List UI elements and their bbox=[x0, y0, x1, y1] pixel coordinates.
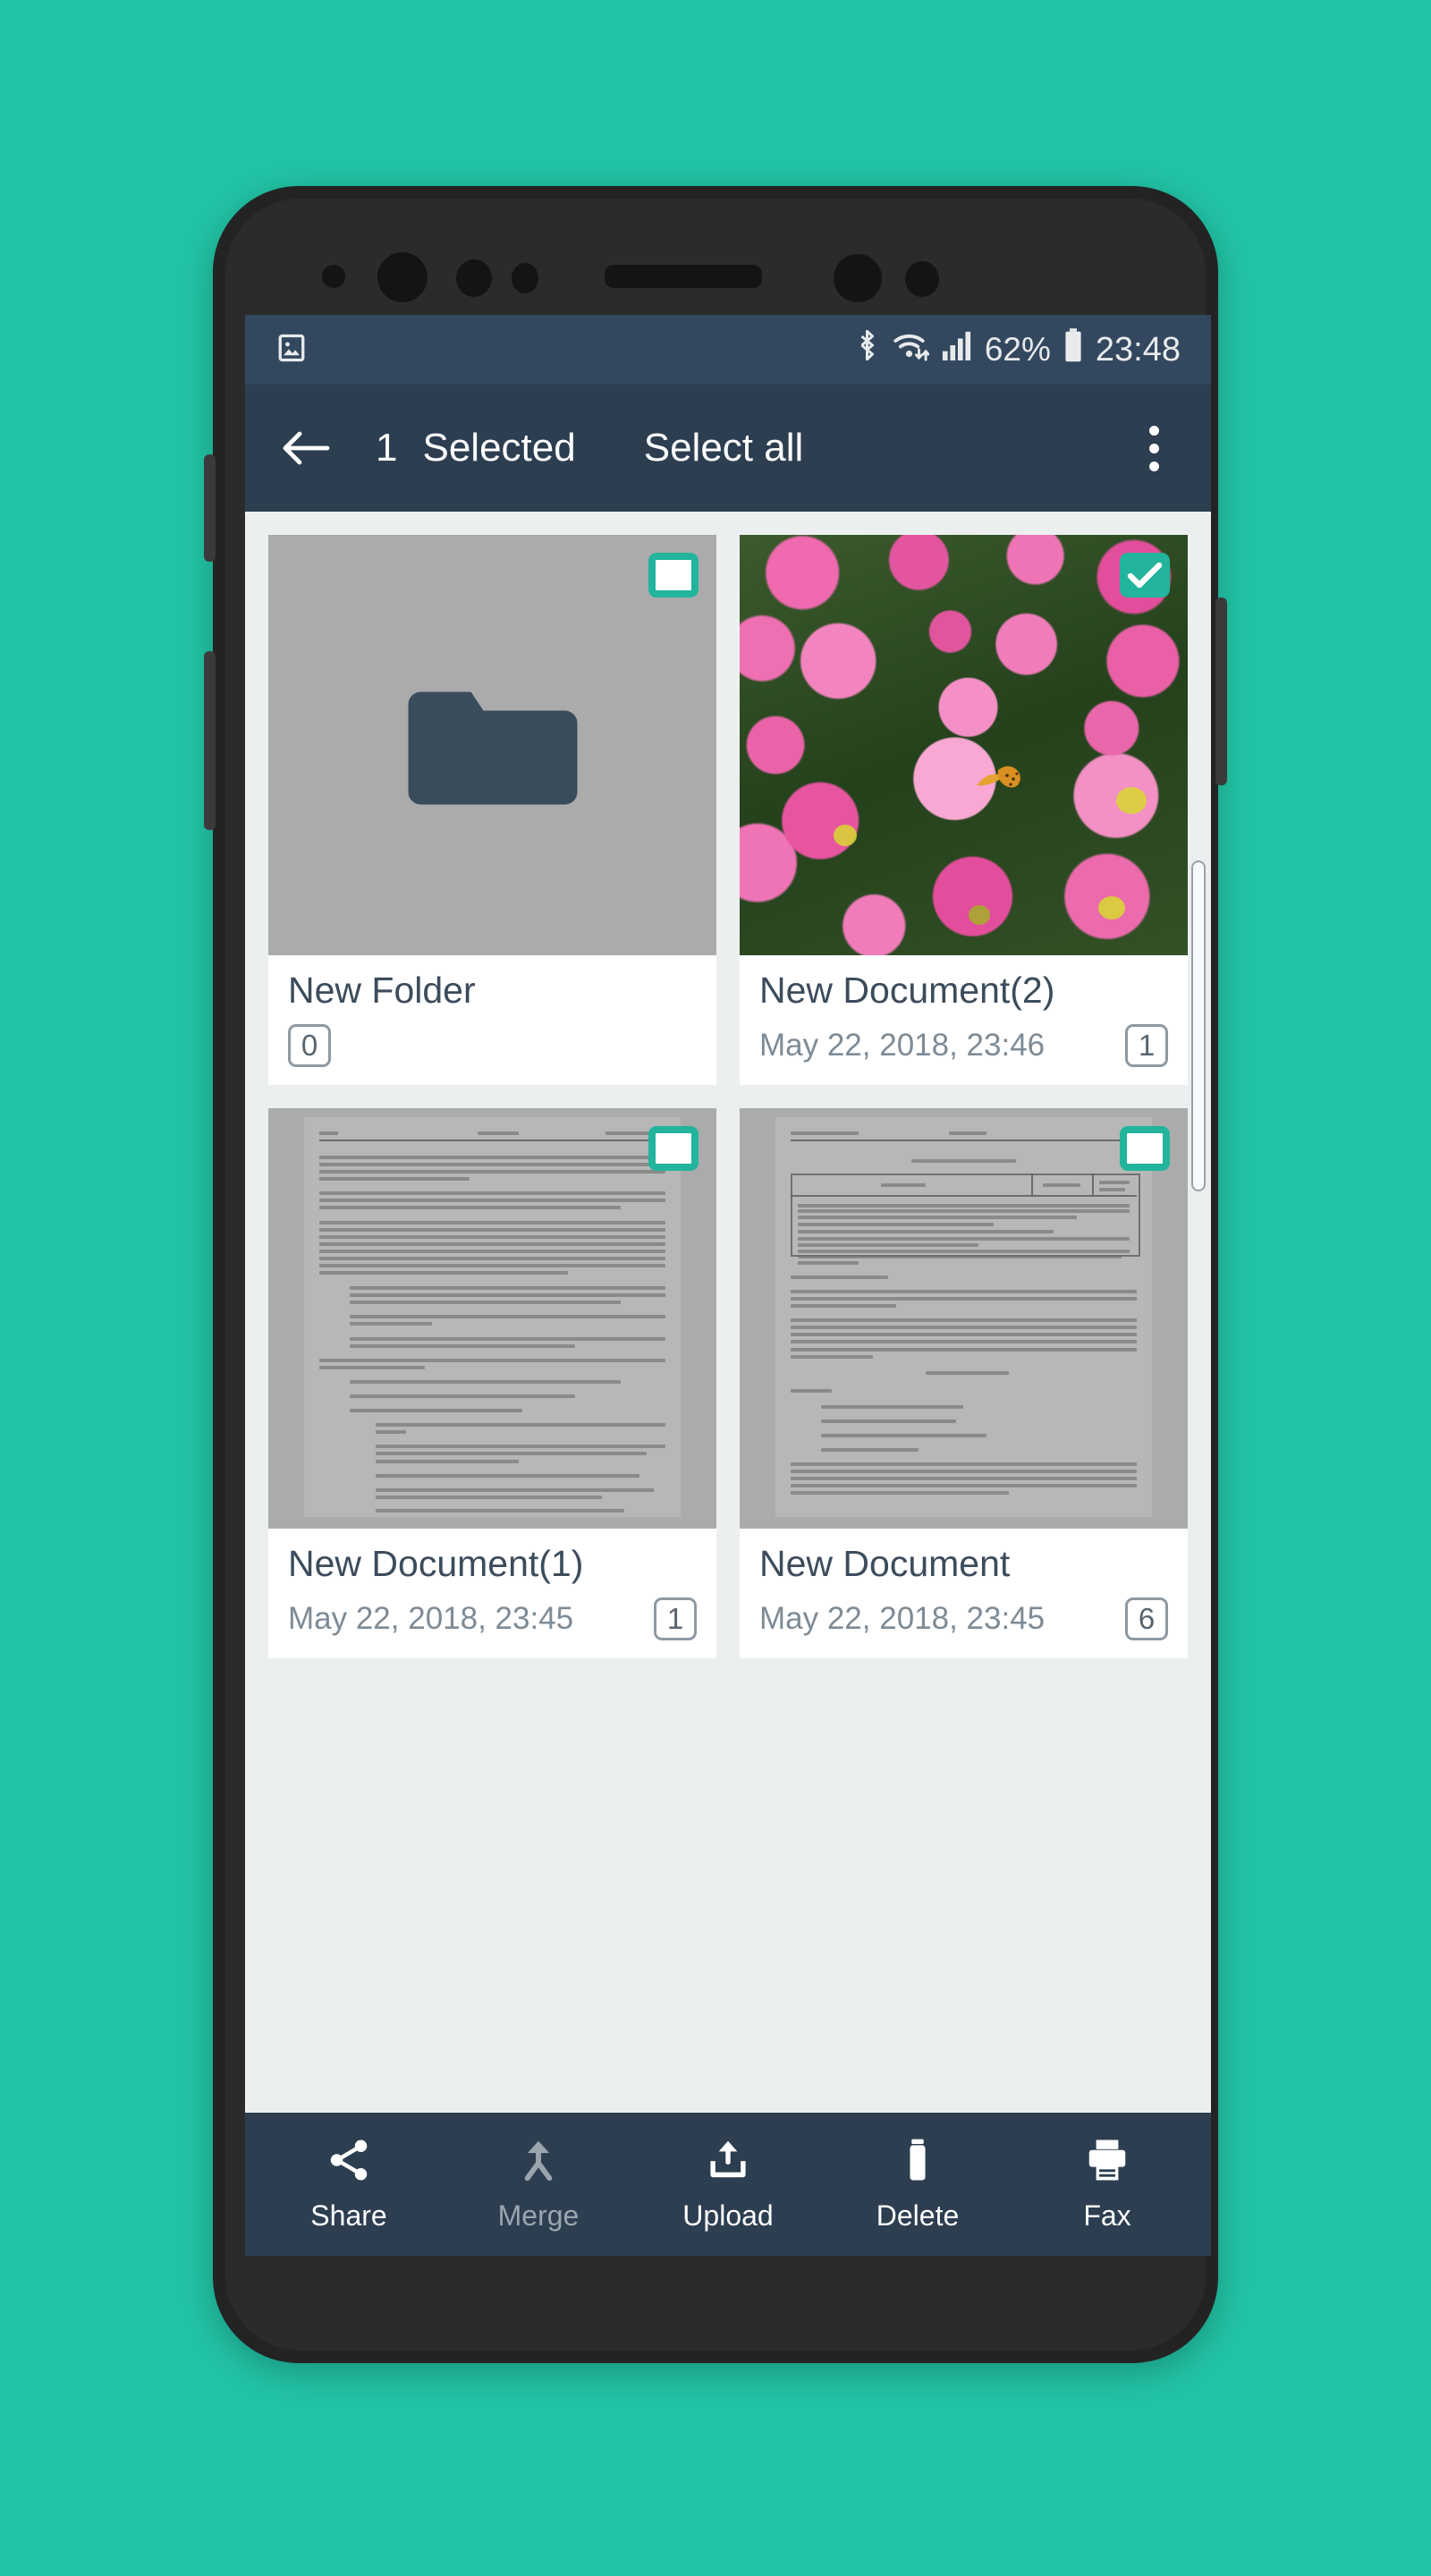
item-meta: New Document(2) May 22, 2018, 23:46 1 bbox=[740, 955, 1188, 1085]
share-icon bbox=[325, 2136, 373, 2189]
item-checkbox[interactable] bbox=[648, 1126, 699, 1171]
status-bar: 62% 23:48 bbox=[245, 315, 1211, 385]
document-page-preview bbox=[775, 1117, 1152, 1517]
front-camera-icon bbox=[377, 252, 428, 302]
item-count-badge: 1 bbox=[654, 1597, 697, 1640]
document-page-preview bbox=[304, 1117, 681, 1517]
item-title: New Folder bbox=[288, 970, 476, 1011]
item-checkbox[interactable] bbox=[1120, 553, 1170, 597]
item-subrow: May 22, 2018, 23:45 6 bbox=[759, 1596, 1168, 1642]
volume-down-button[interactable] bbox=[204, 651, 216, 830]
led-indicator-icon bbox=[905, 261, 939, 297]
earpiece-speaker-icon bbox=[605, 265, 762, 288]
document-thumbnail bbox=[740, 1108, 1188, 1529]
selected-count: 1 bbox=[376, 426, 398, 470]
upload-label: Upload bbox=[682, 2199, 774, 2232]
upload-button[interactable]: Upload bbox=[648, 2136, 809, 2233]
item-checkbox[interactable] bbox=[648, 553, 699, 597]
flower-center bbox=[968, 904, 990, 925]
clock-label: 23:48 bbox=[1095, 330, 1181, 369]
volume-up-button[interactable] bbox=[204, 454, 216, 562]
overflow-dot bbox=[1148, 443, 1159, 453]
fax-label: Fax bbox=[1083, 2199, 1131, 2232]
grid-item-folder[interactable]: New Folder 0 bbox=[268, 535, 716, 1085]
app-bar: 1 Selected Select all bbox=[245, 385, 1211, 512]
item-date: May 22, 2018, 23:45 bbox=[288, 1601, 574, 1636]
trash-icon bbox=[893, 2136, 942, 2189]
item-meta: New Folder 0 bbox=[268, 955, 716, 1085]
bluetooth-icon bbox=[855, 327, 879, 372]
phone-top-sensors bbox=[225, 243, 1206, 315]
battery-percent-label: 62% bbox=[984, 331, 1051, 368]
vertical-scrollbar[interactable] bbox=[1191, 860, 1206, 1191]
item-subrow: May 22, 2018, 23:46 1 bbox=[759, 1022, 1168, 1069]
overflow-dot bbox=[1148, 425, 1159, 436]
grid-item-document-1[interactable]: New Document(1) May 22, 2018, 23:45 1 bbox=[268, 1108, 716, 1658]
sensor-dot-icon bbox=[322, 265, 345, 288]
back-arrow-icon[interactable] bbox=[277, 419, 334, 477]
file-grid: New Folder 0 New Document(2) May 22, 201… bbox=[245, 512, 1211, 1658]
phone-screen: 62% 23:48 1 Selected Select all New Fold… bbox=[245, 315, 1211, 2256]
image-notification-icon bbox=[275, 332, 308, 369]
phone-bezel: 62% 23:48 1 Selected Select all New Fold… bbox=[225, 199, 1211, 2351]
ir-sensor-icon bbox=[834, 254, 882, 302]
share-button[interactable]: Share bbox=[268, 2136, 429, 2233]
item-title: New Document bbox=[759, 1543, 1011, 1584]
check-icon bbox=[1127, 562, 1163, 589]
item-subrow: 0 bbox=[288, 1022, 697, 1069]
wifi-icon bbox=[892, 328, 930, 371]
overflow-menu-icon[interactable] bbox=[1129, 414, 1179, 482]
proximity-sensor-icon bbox=[456, 259, 492, 297]
item-title: New Document(1) bbox=[288, 1543, 584, 1584]
bottom-action-bar: Share Merge Upload Delete Fax bbox=[245, 2113, 1211, 2256]
upload-icon bbox=[704, 2136, 752, 2189]
selected-label: Selected bbox=[422, 426, 576, 470]
item-date: May 22, 2018, 23:46 bbox=[759, 1028, 1046, 1063]
item-count-badge: 1 bbox=[1125, 1024, 1168, 1067]
overflow-dot bbox=[1148, 461, 1159, 471]
item-date: May 22, 2018, 23:45 bbox=[759, 1601, 1046, 1636]
document-thumbnail bbox=[268, 1108, 716, 1529]
select-all-button[interactable]: Select all bbox=[644, 426, 804, 470]
item-meta: New Document(1) May 22, 2018, 23:45 1 bbox=[268, 1529, 716, 1658]
item-checkbox[interactable] bbox=[1120, 1126, 1170, 1171]
item-title: New Document(2) bbox=[759, 970, 1055, 1011]
item-subrow: May 22, 2018, 23:45 1 bbox=[288, 1596, 697, 1642]
printer-icon bbox=[1083, 2136, 1131, 2189]
folder-icon bbox=[408, 691, 577, 805]
merge-icon bbox=[514, 2136, 563, 2189]
battery-icon bbox=[1063, 327, 1083, 372]
fax-button[interactable]: Fax bbox=[1027, 2136, 1188, 2233]
power-button[interactable] bbox=[1215, 597, 1227, 785]
item-count-badge: 6 bbox=[1125, 1597, 1168, 1640]
flower-center bbox=[1115, 787, 1147, 814]
light-sensor-icon bbox=[512, 263, 538, 293]
flower-center bbox=[1097, 896, 1125, 920]
phone-device-frame: 62% 23:48 1 Selected Select all New Fold… bbox=[204, 186, 1227, 2363]
flower-photo bbox=[740, 535, 1188, 955]
delete-label: Delete bbox=[876, 2199, 960, 2232]
file-grid-container: New Folder 0 New Document(2) May 22, 201… bbox=[245, 512, 1211, 2113]
photo-thumbnail bbox=[740, 535, 1188, 955]
flower-center bbox=[834, 825, 858, 847]
merge-label: Merge bbox=[497, 2199, 580, 2232]
folder-thumbnail bbox=[268, 535, 716, 955]
butterfly-icon bbox=[976, 766, 1020, 788]
merge-button: Merge bbox=[458, 2136, 619, 2233]
grid-item-document-2[interactable]: New Document(2) May 22, 2018, 23:46 1 bbox=[740, 535, 1188, 1085]
item-count-badge: 0 bbox=[288, 1024, 331, 1067]
delete-button[interactable]: Delete bbox=[837, 2136, 998, 2233]
share-label: Share bbox=[310, 2199, 387, 2232]
item-meta: New Document May 22, 2018, 23:45 6 bbox=[740, 1529, 1188, 1658]
grid-item-document[interactable]: New Document May 22, 2018, 23:45 6 bbox=[740, 1108, 1188, 1658]
cellular-signal-icon bbox=[942, 329, 972, 370]
